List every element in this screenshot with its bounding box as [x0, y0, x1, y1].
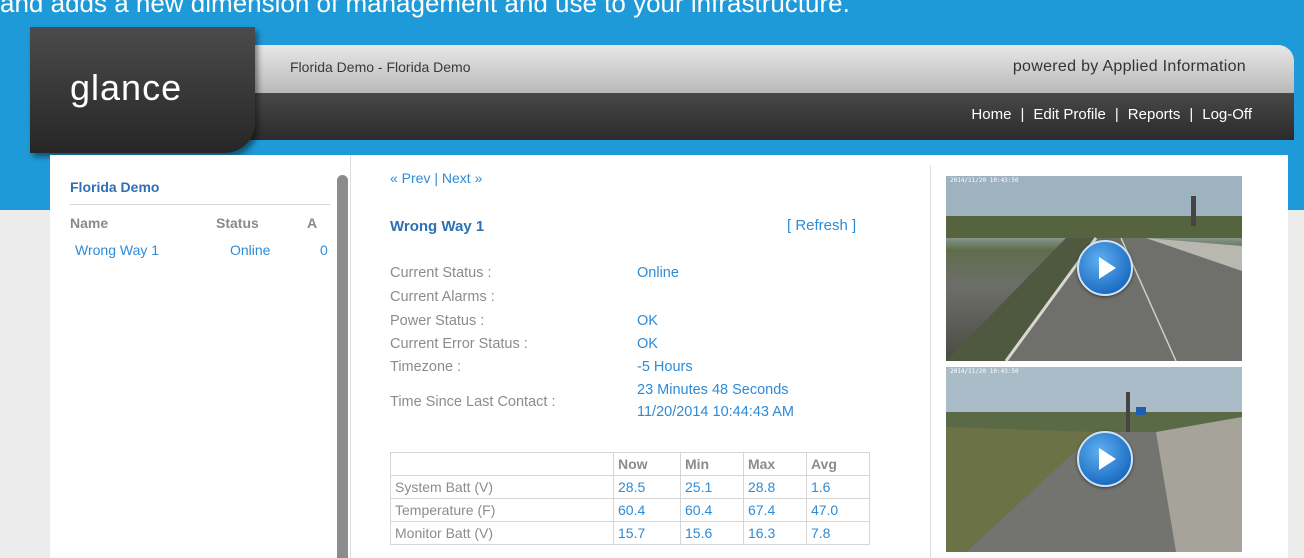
stats-min: 15.6 [680, 521, 744, 545]
breadcrumb: Florida Demo - Florida Demo [290, 59, 471, 75]
stats-col-avg: Avg [805, 452, 871, 476]
table-row: System Batt (V) 28.5 25.1 28.8 1.6 [390, 475, 871, 499]
play-icon[interactable] [1077, 240, 1133, 296]
sidebar-col-status[interactable]: Status [216, 215, 259, 231]
error-status-value: OK [637, 336, 658, 352]
stats-col-min: Min [680, 452, 744, 476]
last-contact-elapsed: 23 Minutes 48 Seconds [637, 382, 789, 398]
device-detail: « Prev | Next » Wrong Way 1 [ Refresh ] … [390, 155, 910, 558]
next-link[interactable]: Next » [442, 170, 482, 186]
bracket-open: [ [787, 217, 792, 234]
pager: « Prev | Next » [390, 170, 482, 186]
content-panel: Florida Demo Name Status A Wrong Way 1 O… [50, 155, 1288, 558]
sidebar-group-title[interactable]: Florida Demo [70, 179, 159, 195]
sidebar-divider [70, 204, 330, 205]
powered-by-text: powered by Applied Information [1012, 58, 1246, 75]
prev-link[interactable]: « Prev [390, 170, 430, 186]
stats-now: 28.5 [613, 475, 681, 499]
nav-edit-profile-link[interactable]: Edit Profile [1033, 106, 1106, 123]
stats-now: 15.7 [613, 521, 681, 545]
stats-row-label: Monitor Batt (V) [390, 521, 614, 545]
device-sidebar: Florida Demo Name Status A Wrong Way 1 O… [50, 155, 350, 558]
current-alarms-label: Current Alarms : [390, 289, 495, 305]
stats-row-label: Temperature (F) [390, 498, 614, 522]
stats-avg: 47.0 [805, 498, 871, 522]
marketing-tagline: and adds a new dimension of management a… [0, 0, 850, 18]
camera-feed-1[interactable]: 2014/11/20 10:43:50 [946, 176, 1242, 361]
sidebar-device-status[interactable]: Online [230, 242, 270, 258]
refresh-link[interactable]: Refresh [795, 217, 848, 234]
nav-home-link[interactable]: Home [971, 106, 1011, 123]
column-divider [350, 155, 351, 558]
stats-table: Now Min Max Avg System Batt (V) 28.5 25.… [390, 452, 871, 545]
stats-max: 28.8 [742, 475, 807, 499]
camera-timestamp: 2014/11/20 10:43:50 [950, 368, 1019, 375]
bracket-close: ] [852, 217, 857, 234]
table-row: Temperature (F) 60.4 60.4 67.4 47.0 [390, 498, 871, 522]
sidebar-col-name[interactable]: Name [70, 215, 108, 231]
camera-divider [930, 165, 931, 558]
current-status-label: Current Status : [390, 265, 492, 281]
stats-max: 67.4 [742, 498, 807, 522]
error-status-label: Current Error Status : [390, 336, 528, 352]
stats-col-label [390, 452, 614, 476]
sidebar-col-alarms[interactable]: A [307, 215, 317, 231]
refresh-control: [ Refresh ] [787, 217, 856, 234]
timezone-value: -5 Hours [637, 359, 693, 375]
glance-logo: glance [70, 67, 183, 108]
stats-col-now: Now [613, 452, 681, 476]
nav-reports-link[interactable]: Reports [1128, 106, 1181, 123]
stats-avg: 1.6 [805, 475, 871, 499]
stats-now: 60.4 [613, 498, 681, 522]
device-title: Wrong Way 1 [390, 218, 485, 235]
camera-timestamp: 2014/11/20 10:43:50 [950, 177, 1019, 184]
stats-col-max: Max [742, 452, 807, 476]
sidebar-device-alarms[interactable]: 0 [320, 242, 328, 258]
table-row: Monitor Batt (V) 15.7 15.6 16.3 7.8 [390, 521, 871, 545]
stats-min: 25.1 [680, 475, 744, 499]
pager-separator: | [434, 170, 438, 186]
nav-separator: | [1189, 106, 1194, 123]
power-status-value: OK [637, 313, 658, 329]
last-contact-timestamp: 11/20/2014 10:44:43 AM [637, 404, 794, 420]
nav-log-off-link[interactable]: Log-Off [1202, 106, 1252, 123]
nav-separator: | [1114, 106, 1119, 123]
nav-separator: | [1020, 106, 1025, 123]
timezone-label: Timezone : [390, 359, 462, 375]
power-status-label: Power Status : [390, 313, 485, 329]
stats-min: 60.4 [680, 498, 744, 522]
camera-feed-2[interactable]: 2014/11/20 10:43:50 [946, 367, 1242, 552]
stats-max: 16.3 [742, 521, 807, 545]
stats-row-label: System Batt (V) [390, 475, 614, 499]
play-icon[interactable] [1077, 431, 1133, 487]
current-status-value: Online [637, 265, 679, 281]
logo-tab[interactable]: glance [30, 27, 255, 153]
top-navigation: Home | Edit Profile | Reports | Log-Off [971, 106, 1252, 123]
stats-header-row: Now Min Max Avg [390, 452, 871, 476]
last-contact-label: Time Since Last Contact : [390, 394, 556, 410]
sidebar-scrollbar[interactable] [337, 175, 348, 558]
stats-avg: 7.8 [805, 521, 871, 545]
sidebar-device-name[interactable]: Wrong Way 1 [75, 242, 159, 258]
